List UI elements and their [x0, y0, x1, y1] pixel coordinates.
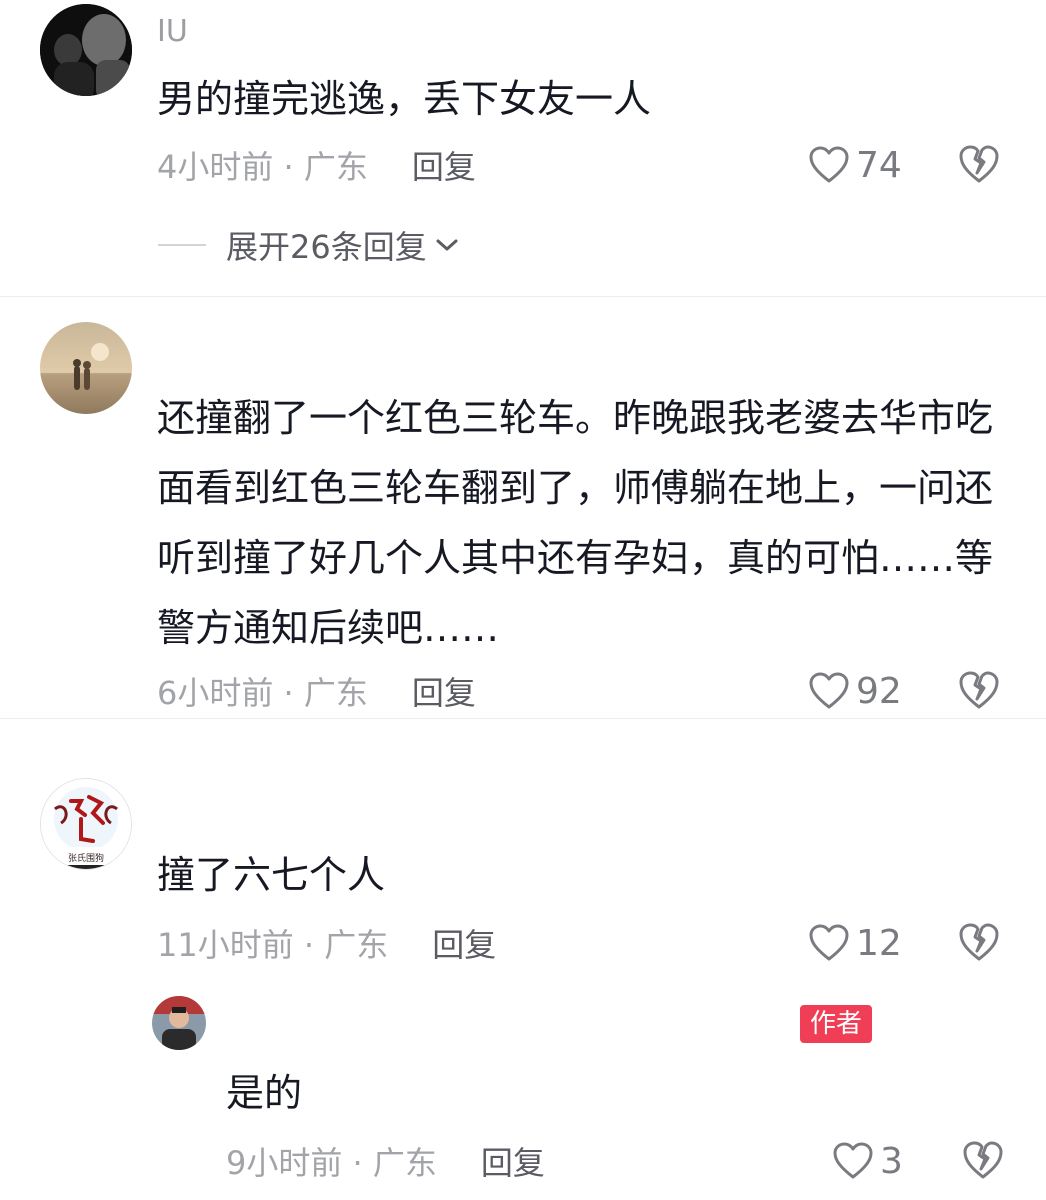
- time-location: 9小时前 · 广东: [226, 1144, 437, 1182]
- broken-heart-icon: [959, 671, 999, 709]
- reply-button[interactable]: 回复: [412, 668, 476, 714]
- broken-heart-icon: [963, 1141, 1003, 1179]
- heart-outline-icon: [809, 146, 849, 183]
- like-count: 74: [856, 144, 902, 186]
- like-button[interactable]: 92: [808, 666, 902, 716]
- avatar[interactable]: [40, 4, 132, 96]
- heart-outline-icon: [833, 1142, 873, 1179]
- reply-button[interactable]: 回复: [412, 142, 476, 188]
- expand-replies-label: 展开26条回复: [226, 228, 427, 266]
- broken-heart-icon: [959, 923, 999, 961]
- comment-meta: 4小时前 · 广东 回复: [157, 140, 476, 190]
- like-button[interactable]: 3: [832, 1136, 903, 1186]
- time-location: 11小时前 · 广东: [157, 926, 389, 964]
- comment-meta: 11小时前 · 广东 回复: [157, 918, 496, 968]
- expand-replies-button[interactable]: 展开26条回复: [158, 222, 459, 268]
- like-button[interactable]: 12: [808, 918, 902, 968]
- chevron-down-icon: [436, 239, 458, 251]
- username[interactable]: IU: [157, 14, 188, 50]
- broken-heart-icon: [959, 145, 999, 183]
- avatar[interactable]: 张氏围狗: [40, 778, 132, 870]
- heart-outline-icon: [809, 672, 849, 709]
- comment-text: 男的撞完逃逸，丢下女友一人: [157, 77, 652, 121]
- comment-text: 撞了六七个人: [157, 853, 386, 897]
- like-count: 12: [856, 922, 902, 964]
- author-avatar[interactable]: [152, 996, 206, 1050]
- time-location: 6小时前 · 广东: [157, 674, 368, 712]
- divider: [0, 718, 1046, 719]
- time-location: 4小时前 · 广东: [157, 148, 368, 186]
- dislike-button[interactable]: [962, 1139, 1004, 1181]
- dislike-button[interactable]: [958, 143, 1000, 185]
- dislike-button[interactable]: [958, 669, 1000, 711]
- comments-page: IU 男的撞完逃逸，丢下女友一人 4小时前 · 广东 回复 74 展开26条回复: [0, 0, 1046, 1200]
- heart-outline-icon: [809, 924, 849, 961]
- comment-text: 还撞翻了一个红色三轮车。昨晚跟我老婆去华市吃面看到红色三轮车翻到了，师傅躺在地上…: [157, 396, 994, 650]
- dislike-button[interactable]: [958, 921, 1000, 963]
- reply-button[interactable]: 回复: [432, 920, 496, 966]
- divider: [0, 296, 1046, 297]
- reply-button[interactable]: 回复: [481, 1138, 545, 1184]
- reply-meta: 9小时前 · 广东 回复: [226, 1136, 545, 1186]
- expand-divider: [158, 244, 206, 246]
- comment-meta: 6小时前 · 广东 回复: [157, 666, 476, 716]
- avatar[interactable]: [40, 322, 132, 414]
- like-button[interactable]: 74: [808, 140, 902, 190]
- like-count: 92: [856, 670, 902, 712]
- reply-text: 是的: [226, 1071, 303, 1115]
- author-badge: 作者: [800, 1005, 873, 1043]
- avatar-logo-text: 张氏围狗: [68, 852, 104, 864]
- like-count: 3: [880, 1140, 903, 1182]
